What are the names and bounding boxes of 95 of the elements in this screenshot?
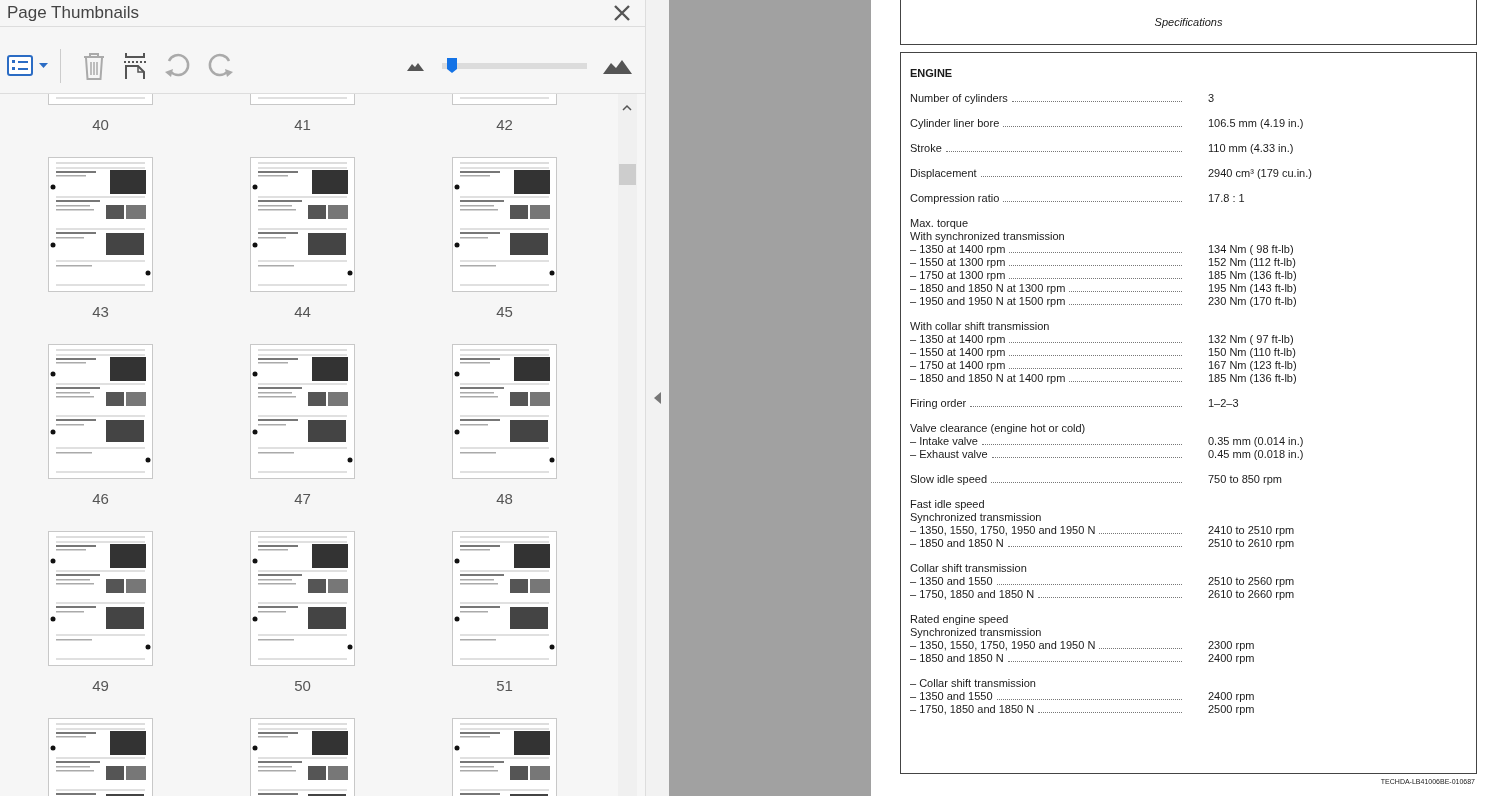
page-number: 49 [92,676,109,696]
scroll-up-icon[interactable] [622,104,632,111]
page-number: 46 [92,489,109,509]
spec-label: Firing order [910,397,967,410]
slider-thumb[interactable] [446,57,459,74]
page-number: 48 [496,489,513,509]
spec-value: 1–2–3 [1208,397,1239,410]
page-thumbnail[interactable] [48,157,153,292]
spec-value: 2500 rpm [1208,703,1255,716]
spec-value: 2410 to 2510 rpm [1208,524,1295,537]
spec-value: 2400 rpm [1208,652,1255,665]
page-number: 40 [92,115,109,135]
spec-label: Slow idle speed [910,473,988,486]
spec-value: 2300 rpm [1208,639,1255,652]
spec-label: – 1850 and 1850 N at 1300 rpm [910,282,1066,295]
page-number: 51 [496,676,513,696]
group-heading: Fast idle speed [910,498,986,511]
spec-value: 2610 to 2660 rpm [1208,588,1295,601]
page-thumbnail[interactable] [452,344,557,479]
group-heading: Rated engine speed [910,613,1010,626]
spec-value: 2400 rpm [1208,690,1255,703]
page-number: 50 [294,676,311,696]
spec-value: 17.8 : 1 [1208,192,1245,205]
spec-value: 0.35 mm (0.014 in.) [1208,435,1304,448]
spec-value: 167 Nm (123 ft-lb) [1208,359,1297,372]
spec-label: – 1750, 1850 and 1850 N [910,588,1035,601]
page-number: 42 [496,115,513,135]
group-heading: Max. torque [910,217,970,230]
page-thumbnail[interactable] [452,157,557,292]
scrollbar-thumb[interactable] [619,164,636,185]
spec-label: – 1550 at 1300 rpm [910,256,1006,269]
spec-label: Number of cylinders [910,92,1008,105]
spec-label: – Exhaust valve [910,448,988,461]
group-heading: Valve clearance (engine hot or cold) [910,422,1087,435]
page-header-title: Specifications [1154,16,1223,28]
spec-value: 110 mm (4.33 in.) [1208,142,1294,155]
spec-label: – 1350, 1550, 1750, 1950 and 1950 N [910,639,1096,652]
spec-label: – 1550 at 1400 rpm [910,346,1006,359]
section-title: ENGINE [910,67,954,80]
spec-label: – 1850 and 1850 N [910,537,1004,550]
spec-value: 134 Nm ( 98 ft-lb) [1208,243,1294,256]
spec-value: 185 Nm (136 ft-lb) [1208,372,1297,385]
spec-value: 2940 cm³ (179 cu.in.) [1208,167,1312,180]
page-thumbnail[interactable] [250,157,355,292]
spec-label: Stroke [910,142,942,155]
page-thumbnail[interactable] [452,531,557,666]
spec-value: 195 Nm (143 ft-lb) [1208,282,1297,295]
page-number: 45 [496,302,513,322]
spec-value: 152 Nm (112 ft-lb) [1208,256,1296,269]
spec-label: – 1750 at 1400 rpm [910,359,1006,372]
spec-value: 3 [1208,92,1215,105]
spec-label: Compression ratio [910,192,1000,205]
spec-label: – 1750, 1850 and 1850 N [910,703,1035,716]
page-thumbnail[interactable] [250,344,355,479]
spec-label: – 1350 and 1550 [910,690,993,703]
group-heading: Synchronized transmission [910,511,1043,524]
page-thumbnail[interactable] [48,344,153,479]
group-heading: – Collar shift transmission [910,677,1037,690]
spec-value: 2510 to 2610 rpm [1208,537,1295,550]
spec-label: Displacement [910,167,977,180]
spec-value: 750 to 850 rpm [1208,473,1282,486]
close-icon[interactable] [613,4,631,22]
spec-label: – 1850 and 1850 N [910,652,1004,665]
spec-value: 185 Nm (136 ft-lb) [1208,269,1297,282]
group-heading: Synchronized transmission [910,626,1043,639]
spec-label: – 1350 at 1400 rpm [910,333,1006,346]
spec-value: 2510 to 2560 rpm [1208,575,1295,588]
panel-title: Page Thumbnails [7,3,139,23]
spec-label: – 1950 and 1950 N at 1500 rpm [910,295,1066,308]
spec-label: – 1350, 1550, 1750, 1950 and 1950 N [910,524,1096,537]
spec-value: 230 Nm (170 ft-lb) [1208,295,1297,308]
group-heading: With synchronized transmission [910,230,1066,243]
spec-label: – 1850 and 1850 N at 1400 rpm [910,372,1066,385]
page-number: 43 [92,302,109,322]
page-thumbnail[interactable] [250,531,355,666]
spec-label: – 1750 at 1300 rpm [910,269,1006,282]
page-number: 47 [294,489,311,509]
group-heading: With collar shift transmission [910,320,1051,333]
group-heading: Collar shift transmission [910,562,1028,575]
scrollbar-track[interactable] [618,94,637,796]
spec-value: 0.45 mm (0.018 in.) [1208,448,1304,461]
split-page-icon[interactable] [122,51,148,80]
spec-label: – Intake valve [910,435,978,448]
caret-icon [39,63,48,68]
page-number: 41 [294,115,311,135]
list-view-icon [7,55,33,76]
spec-label: – 1350 at 1400 rpm [910,243,1006,256]
spec-value: 106.5 mm (4.19 in.) [1208,117,1304,130]
page-number: 44 [294,302,311,322]
spec-value: 150 Nm (110 ft-lb) [1208,346,1296,359]
collapse-arrow-icon[interactable] [654,392,661,404]
spec-label: – 1350 and 1550 [910,575,993,588]
spec-label: Cylinder liner bore [910,117,1000,130]
page-thumbnail[interactable] [48,531,153,666]
spec-value: 132 Nm ( 97 ft-lb) [1208,333,1294,346]
